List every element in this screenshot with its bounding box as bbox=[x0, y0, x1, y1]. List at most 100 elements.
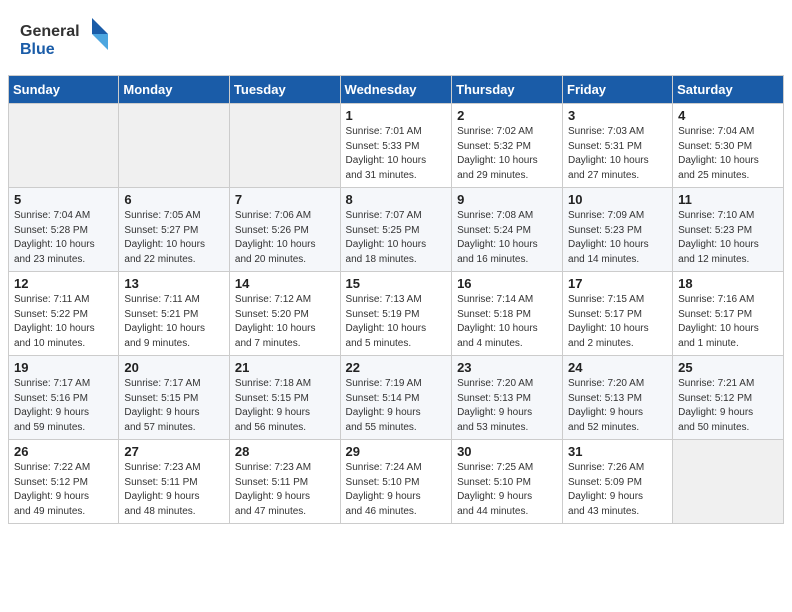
calendar-cell bbox=[673, 440, 784, 524]
day-number: 7 bbox=[235, 192, 335, 207]
calendar-cell: 17 Sunrise: 7:15 AM Sunset: 5:17 PM Dayli… bbox=[563, 272, 673, 356]
calendar-cell: 23Sunrise: 7:20 AM Sunset: 5:13 PM Dayli… bbox=[452, 356, 563, 440]
calendar-cell: 5 Sunrise: 7:04 AM Sunset: 5:28 PM Daylig… bbox=[9, 188, 119, 272]
day-number: 15 bbox=[346, 276, 447, 291]
day-number: 3 bbox=[568, 108, 667, 123]
calendar-cell: 22 Sunrise: 7:19 AM Sunset: 5:14 PM Dayli… bbox=[340, 356, 452, 440]
calendar-cell: 29 Sunrise: 7:24 AM Sunset: 5:10 PM Dayli… bbox=[340, 440, 452, 524]
svg-text:General: General bbox=[20, 23, 80, 40]
calendar-cell: 19 Sunrise: 7:17 AM Sunset: 5:16 PM Dayli… bbox=[9, 356, 119, 440]
day-info: Sunrise: 7:20 AM Sunset: 5:13 PM Dayligh… bbox=[457, 377, 557, 435]
calendar-cell: 20 Sunrise: 7:17 AM Sunset: 5:15 PM Dayli… bbox=[119, 356, 230, 440]
day-number: 29 bbox=[346, 444, 447, 459]
day-info: Sunrise: 7:02 AM Sunset: 5:32 PM Dayligh… bbox=[457, 125, 557, 183]
calendar-cell: 14 Sunrise: 7:12 AM Sunset: 5:20 PM Dayli… bbox=[229, 272, 340, 356]
day-info: Sunrise: 7:01 AM Sunset: 5:33 PM Dayligh… bbox=[346, 125, 447, 183]
calendar-cell: 31 Sunrise: 7:26 AM Sunset: 5:09 PM Dayli… bbox=[563, 440, 673, 524]
day-info: Sunrise: 7:25 AM Sunset: 5:10 PM Dayligh… bbox=[457, 461, 557, 519]
day-number: 2 bbox=[457, 108, 557, 123]
calendar-cell: 26Sunrise: 7:22 AM Sunset: 5:12 PM Dayli… bbox=[9, 440, 119, 524]
day-number: 13 bbox=[124, 276, 224, 291]
calendar-cell: 13 Sunrise: 7:11 AM Sunset: 5:21 PM Dayli… bbox=[119, 272, 230, 356]
svg-text:Blue: Blue bbox=[20, 41, 55, 58]
calendar-cell: 9Sunrise: 7:08 AM Sunset: 5:24 PM Daylig… bbox=[452, 188, 563, 272]
calendar-cell: 3 Sunrise: 7:03 AM Sunset: 5:31 PM Daylig… bbox=[563, 104, 673, 188]
day-info: Sunrise: 7:23 AM Sunset: 5:11 PM Dayligh… bbox=[124, 461, 224, 519]
calendar-week-3: 12 Sunrise: 7:11 AM Sunset: 5:22 PM Dayli… bbox=[9, 272, 784, 356]
calendar-cell bbox=[229, 104, 340, 188]
day-number: 5 bbox=[14, 192, 113, 207]
day-number: 26 bbox=[14, 444, 113, 459]
day-info: Sunrise: 7:11 AM Sunset: 5:21 PM Dayligh… bbox=[124, 293, 224, 351]
calendar-cell: 12 Sunrise: 7:11 AM Sunset: 5:22 PM Dayli… bbox=[9, 272, 119, 356]
calendar-week-5: 26Sunrise: 7:22 AM Sunset: 5:12 PM Dayli… bbox=[9, 440, 784, 524]
day-number: 14 bbox=[235, 276, 335, 291]
calendar-cell: 16 Sunrise: 7:14 AM Sunset: 5:18 PM Dayli… bbox=[452, 272, 563, 356]
day-info: Sunrise: 7:15 AM Sunset: 5:17 PM Dayligh… bbox=[568, 293, 667, 351]
calendar-cell: 4 Sunrise: 7:04 AM Sunset: 5:30 PM Daylig… bbox=[673, 104, 784, 188]
day-number: 16 bbox=[457, 276, 557, 291]
day-info: Sunrise: 7:21 AM Sunset: 5:12 PM Dayligh… bbox=[678, 377, 778, 435]
calendar-cell: 15 Sunrise: 7:13 AM Sunset: 5:19 PM Dayli… bbox=[340, 272, 452, 356]
day-info: Sunrise: 7:07 AM Sunset: 5:25 PM Dayligh… bbox=[346, 209, 447, 267]
day-info: Sunrise: 7:17 AM Sunset: 5:15 PM Dayligh… bbox=[124, 377, 224, 435]
day-info: Sunrise: 7:14 AM Sunset: 5:18 PM Dayligh… bbox=[457, 293, 557, 351]
day-info: Sunrise: 7:04 AM Sunset: 5:28 PM Dayligh… bbox=[14, 209, 113, 267]
day-info: Sunrise: 7:12 AM Sunset: 5:20 PM Dayligh… bbox=[235, 293, 335, 351]
day-number: 28 bbox=[235, 444, 335, 459]
day-number: 20 bbox=[124, 360, 224, 375]
calendar-cell: 24 Sunrise: 7:20 AM Sunset: 5:13 PM Dayli… bbox=[563, 356, 673, 440]
calendar-week-2: 5 Sunrise: 7:04 AM Sunset: 5:28 PM Daylig… bbox=[9, 188, 784, 272]
day-number: 30 bbox=[457, 444, 557, 459]
day-info: Sunrise: 7:13 AM Sunset: 5:19 PM Dayligh… bbox=[346, 293, 447, 351]
calendar-cell: 28 Sunrise: 7:23 AM Sunset: 5:11 PM Dayli… bbox=[229, 440, 340, 524]
header: General Blue bbox=[0, 0, 792, 75]
calendar-cell: 21Sunrise: 7:18 AM Sunset: 5:15 PM Dayli… bbox=[229, 356, 340, 440]
day-info: Sunrise: 7:11 AM Sunset: 5:22 PM Dayligh… bbox=[14, 293, 113, 351]
day-number: 31 bbox=[568, 444, 667, 459]
day-of-week-tuesday: Tuesday bbox=[229, 76, 340, 104]
calendar-cell: 2 Sunrise: 7:02 AM Sunset: 5:32 PM Daylig… bbox=[452, 104, 563, 188]
calendar-cell: 30 Sunrise: 7:25 AM Sunset: 5:10 PM Dayli… bbox=[452, 440, 563, 524]
day-of-week-wednesday: Wednesday bbox=[340, 76, 452, 104]
day-info: Sunrise: 7:23 AM Sunset: 5:11 PM Dayligh… bbox=[235, 461, 335, 519]
day-number: 18 bbox=[678, 276, 778, 291]
day-number: 6 bbox=[124, 192, 224, 207]
day-info: Sunrise: 7:19 AM Sunset: 5:14 PM Dayligh… bbox=[346, 377, 447, 435]
day-number: 21 bbox=[235, 360, 335, 375]
day-of-week-thursday: Thursday bbox=[452, 76, 563, 104]
day-of-week-saturday: Saturday bbox=[673, 76, 784, 104]
day-info: Sunrise: 7:26 AM Sunset: 5:09 PM Dayligh… bbox=[568, 461, 667, 519]
day-info: Sunrise: 7:06 AM Sunset: 5:26 PM Dayligh… bbox=[235, 209, 335, 267]
day-info: Sunrise: 7:03 AM Sunset: 5:31 PM Dayligh… bbox=[568, 125, 667, 183]
calendar-cell: 1Sunrise: 7:01 AM Sunset: 5:33 PM Daylig… bbox=[340, 104, 452, 188]
calendar-cell: 27 Sunrise: 7:23 AM Sunset: 5:11 PM Dayli… bbox=[119, 440, 230, 524]
day-info: Sunrise: 7:17 AM Sunset: 5:16 PM Dayligh… bbox=[14, 377, 113, 435]
calendar-cell: 10Sunrise: 7:09 AM Sunset: 5:23 PM Dayli… bbox=[563, 188, 673, 272]
day-info: Sunrise: 7:05 AM Sunset: 5:27 PM Dayligh… bbox=[124, 209, 224, 267]
day-info: Sunrise: 7:09 AM Sunset: 5:23 PM Dayligh… bbox=[568, 209, 667, 267]
calendar-week-1: 1Sunrise: 7:01 AM Sunset: 5:33 PM Daylig… bbox=[9, 104, 784, 188]
calendar-container: SundayMondayTuesdayWednesdayThursdayFrid… bbox=[0, 75, 792, 532]
day-number: 11 bbox=[678, 192, 778, 207]
day-number: 12 bbox=[14, 276, 113, 291]
day-number: 24 bbox=[568, 360, 667, 375]
day-number: 27 bbox=[124, 444, 224, 459]
day-info: Sunrise: 7:24 AM Sunset: 5:10 PM Dayligh… bbox=[346, 461, 447, 519]
calendar-header-row: SundayMondayTuesdayWednesdayThursdayFrid… bbox=[9, 76, 784, 104]
calendar-cell bbox=[9, 104, 119, 188]
day-number: 4 bbox=[678, 108, 778, 123]
day-number: 17 bbox=[568, 276, 667, 291]
day-number: 22 bbox=[346, 360, 447, 375]
calendar-cell: 25Sunrise: 7:21 AM Sunset: 5:12 PM Dayli… bbox=[673, 356, 784, 440]
calendar-cell: 8 Sunrise: 7:07 AM Sunset: 5:25 PM Daylig… bbox=[340, 188, 452, 272]
calendar-cell: 6 Sunrise: 7:05 AM Sunset: 5:27 PM Daylig… bbox=[119, 188, 230, 272]
logo-text: General Blue bbox=[20, 16, 110, 67]
day-of-week-monday: Monday bbox=[119, 76, 230, 104]
day-number: 8 bbox=[346, 192, 447, 207]
day-info: Sunrise: 7:04 AM Sunset: 5:30 PM Dayligh… bbox=[678, 125, 778, 183]
day-info: Sunrise: 7:20 AM Sunset: 5:13 PM Dayligh… bbox=[568, 377, 667, 435]
day-info: Sunrise: 7:16 AM Sunset: 5:17 PM Dayligh… bbox=[678, 293, 778, 351]
logo: General Blue bbox=[20, 16, 110, 67]
day-number: 19 bbox=[14, 360, 113, 375]
